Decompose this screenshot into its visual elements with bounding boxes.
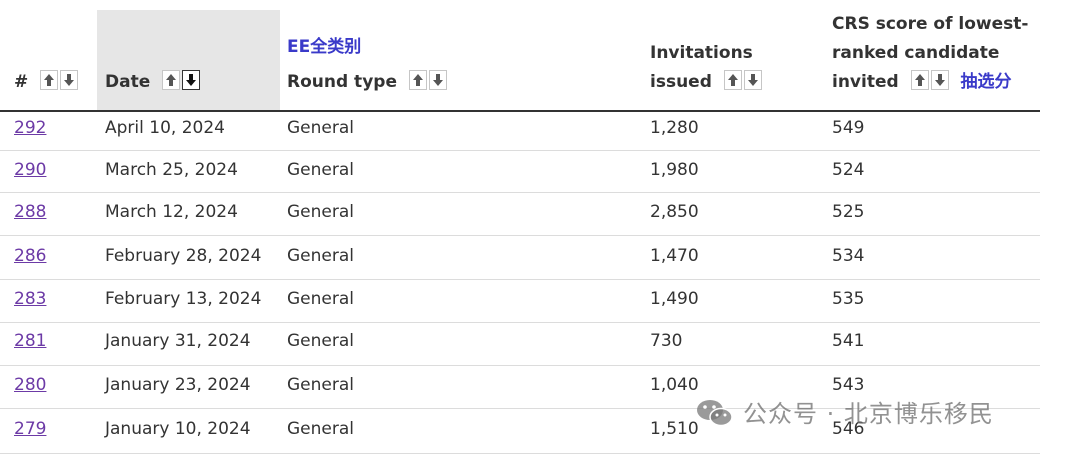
table-row: 286 February 28, 2024 General 1,470 534 bbox=[0, 236, 1040, 280]
row-date: February 13, 2024 bbox=[105, 289, 262, 309]
table-row: 281 January 31, 2024 General 730 541 bbox=[0, 323, 1040, 366]
draw-number-link[interactable]: 279 bbox=[14, 419, 46, 439]
row-invitations: 1,280 bbox=[650, 118, 699, 138]
row-invitations: 1,490 bbox=[650, 289, 699, 309]
table-row: 283 February 13, 2024 General 1,490 535 bbox=[0, 280, 1040, 323]
row-crs: 543 bbox=[832, 375, 865, 395]
sort-asc-date-icon[interactable] bbox=[162, 70, 181, 90]
sort-desc-date-icon[interactable] bbox=[182, 70, 201, 90]
draw-number[interactable]: 280 bbox=[14, 375, 46, 395]
sort-controls-num bbox=[38, 70, 79, 100]
row-round-type: General bbox=[287, 331, 354, 351]
row-date: March 25, 2024 bbox=[105, 160, 238, 180]
draw-number[interactable]: 288 bbox=[14, 202, 46, 222]
row-round-type: General bbox=[287, 118, 354, 138]
table-header: # Date EE全类别 Round type Invitations issu… bbox=[0, 10, 1040, 112]
table-row: 288 March 12, 2024 General 2,850 525 bbox=[0, 193, 1040, 236]
draw-number-link[interactable]: 288 bbox=[14, 202, 46, 222]
draw-number-link[interactable]: 283 bbox=[14, 289, 46, 309]
sort-controls-date bbox=[160, 70, 201, 100]
row-invitations: 2,850 bbox=[650, 202, 699, 222]
sort-controls-inv bbox=[722, 70, 762, 100]
sort-asc-crs-icon[interactable] bbox=[910, 70, 929, 90]
draw-number-link[interactable]: 280 bbox=[14, 375, 46, 395]
sort-controls-round bbox=[407, 70, 447, 100]
row-date: January 10, 2024 bbox=[105, 419, 251, 439]
row-round-type: General bbox=[287, 160, 354, 180]
row-date: February 28, 2024 bbox=[105, 246, 262, 266]
header-ee-tag: EE全类别 bbox=[287, 37, 362, 57]
row-invitations: 1,040 bbox=[650, 375, 699, 395]
row-round-type: General bbox=[287, 246, 354, 266]
table-row: 290 March 25, 2024 General 1,980 524 bbox=[0, 151, 1040, 193]
draw-number[interactable]: 279 bbox=[14, 419, 46, 439]
header-inv-line1: Invitations bbox=[650, 43, 753, 63]
draw-number-link[interactable]: 286 bbox=[14, 246, 46, 266]
sort-controls-crs bbox=[909, 70, 949, 100]
row-date: March 12, 2024 bbox=[105, 202, 238, 222]
header-date-label: Date bbox=[105, 72, 151, 92]
header-num: # bbox=[14, 68, 79, 100]
draw-number-link[interactable]: 281 bbox=[14, 331, 46, 351]
table-row: 292 April 10, 2024 General 1,280 549 bbox=[0, 112, 1040, 151]
header-crs: CRS score of lowest- ranked candidate in… bbox=[832, 10, 1028, 100]
draw-number[interactable]: 292 bbox=[14, 118, 46, 138]
sort-desc-round-icon[interactable] bbox=[428, 70, 447, 90]
row-crs: 534 bbox=[832, 246, 865, 266]
draw-number[interactable]: 290 bbox=[14, 160, 46, 180]
header-round-type: EE全类别 Round type bbox=[287, 33, 447, 100]
header-crs-tag: 抽选分 bbox=[960, 72, 1012, 92]
sort-asc-num-icon[interactable] bbox=[40, 70, 59, 90]
sort-asc-round-icon[interactable] bbox=[408, 70, 427, 90]
draw-number[interactable]: 281 bbox=[14, 331, 46, 351]
draw-number[interactable]: 286 bbox=[14, 246, 46, 266]
sort-desc-num-icon[interactable] bbox=[60, 70, 79, 90]
row-crs: 525 bbox=[832, 202, 865, 222]
header-round-label: Round type bbox=[287, 72, 397, 92]
sort-desc-crs-icon[interactable] bbox=[930, 70, 949, 90]
header-date: Date bbox=[105, 68, 201, 100]
header-inv-line2: issued bbox=[650, 72, 712, 92]
row-round-type: General bbox=[287, 419, 354, 439]
header-num-label: # bbox=[14, 72, 29, 92]
row-invitations: 1,510 bbox=[650, 419, 699, 439]
row-date: April 10, 2024 bbox=[105, 118, 225, 138]
watermark: 公众号 · 北京博乐移民 bbox=[695, 394, 994, 434]
row-date: January 23, 2024 bbox=[105, 375, 251, 395]
watermark-text: 公众号 · 北京博乐移民 bbox=[743, 400, 994, 428]
row-crs: 524 bbox=[832, 160, 865, 180]
row-round-type: General bbox=[287, 202, 354, 222]
row-invitations: 730 bbox=[650, 331, 683, 351]
wechat-icon bbox=[695, 398, 735, 434]
row-crs: 549 bbox=[832, 118, 865, 138]
row-round-type: General bbox=[287, 289, 354, 309]
draw-number-link[interactable]: 292 bbox=[14, 118, 46, 138]
header-invitations: Invitations issued bbox=[650, 39, 762, 100]
header-crs-line1: CRS score of lowest- bbox=[832, 14, 1029, 34]
draw-number-link[interactable]: 290 bbox=[14, 160, 46, 180]
header-crs-line2: ranked candidate bbox=[832, 43, 1000, 63]
row-crs: 535 bbox=[832, 289, 865, 309]
row-crs: 541 bbox=[832, 331, 865, 351]
row-invitations: 1,980 bbox=[650, 160, 699, 180]
header-crs-line3: invited bbox=[832, 72, 899, 92]
row-round-type: General bbox=[287, 375, 354, 395]
row-date: January 31, 2024 bbox=[105, 331, 251, 351]
row-invitations: 1,470 bbox=[650, 246, 699, 266]
sort-desc-inv-icon[interactable] bbox=[743, 70, 762, 90]
draw-number[interactable]: 283 bbox=[14, 289, 46, 309]
sort-asc-inv-icon[interactable] bbox=[723, 70, 742, 90]
